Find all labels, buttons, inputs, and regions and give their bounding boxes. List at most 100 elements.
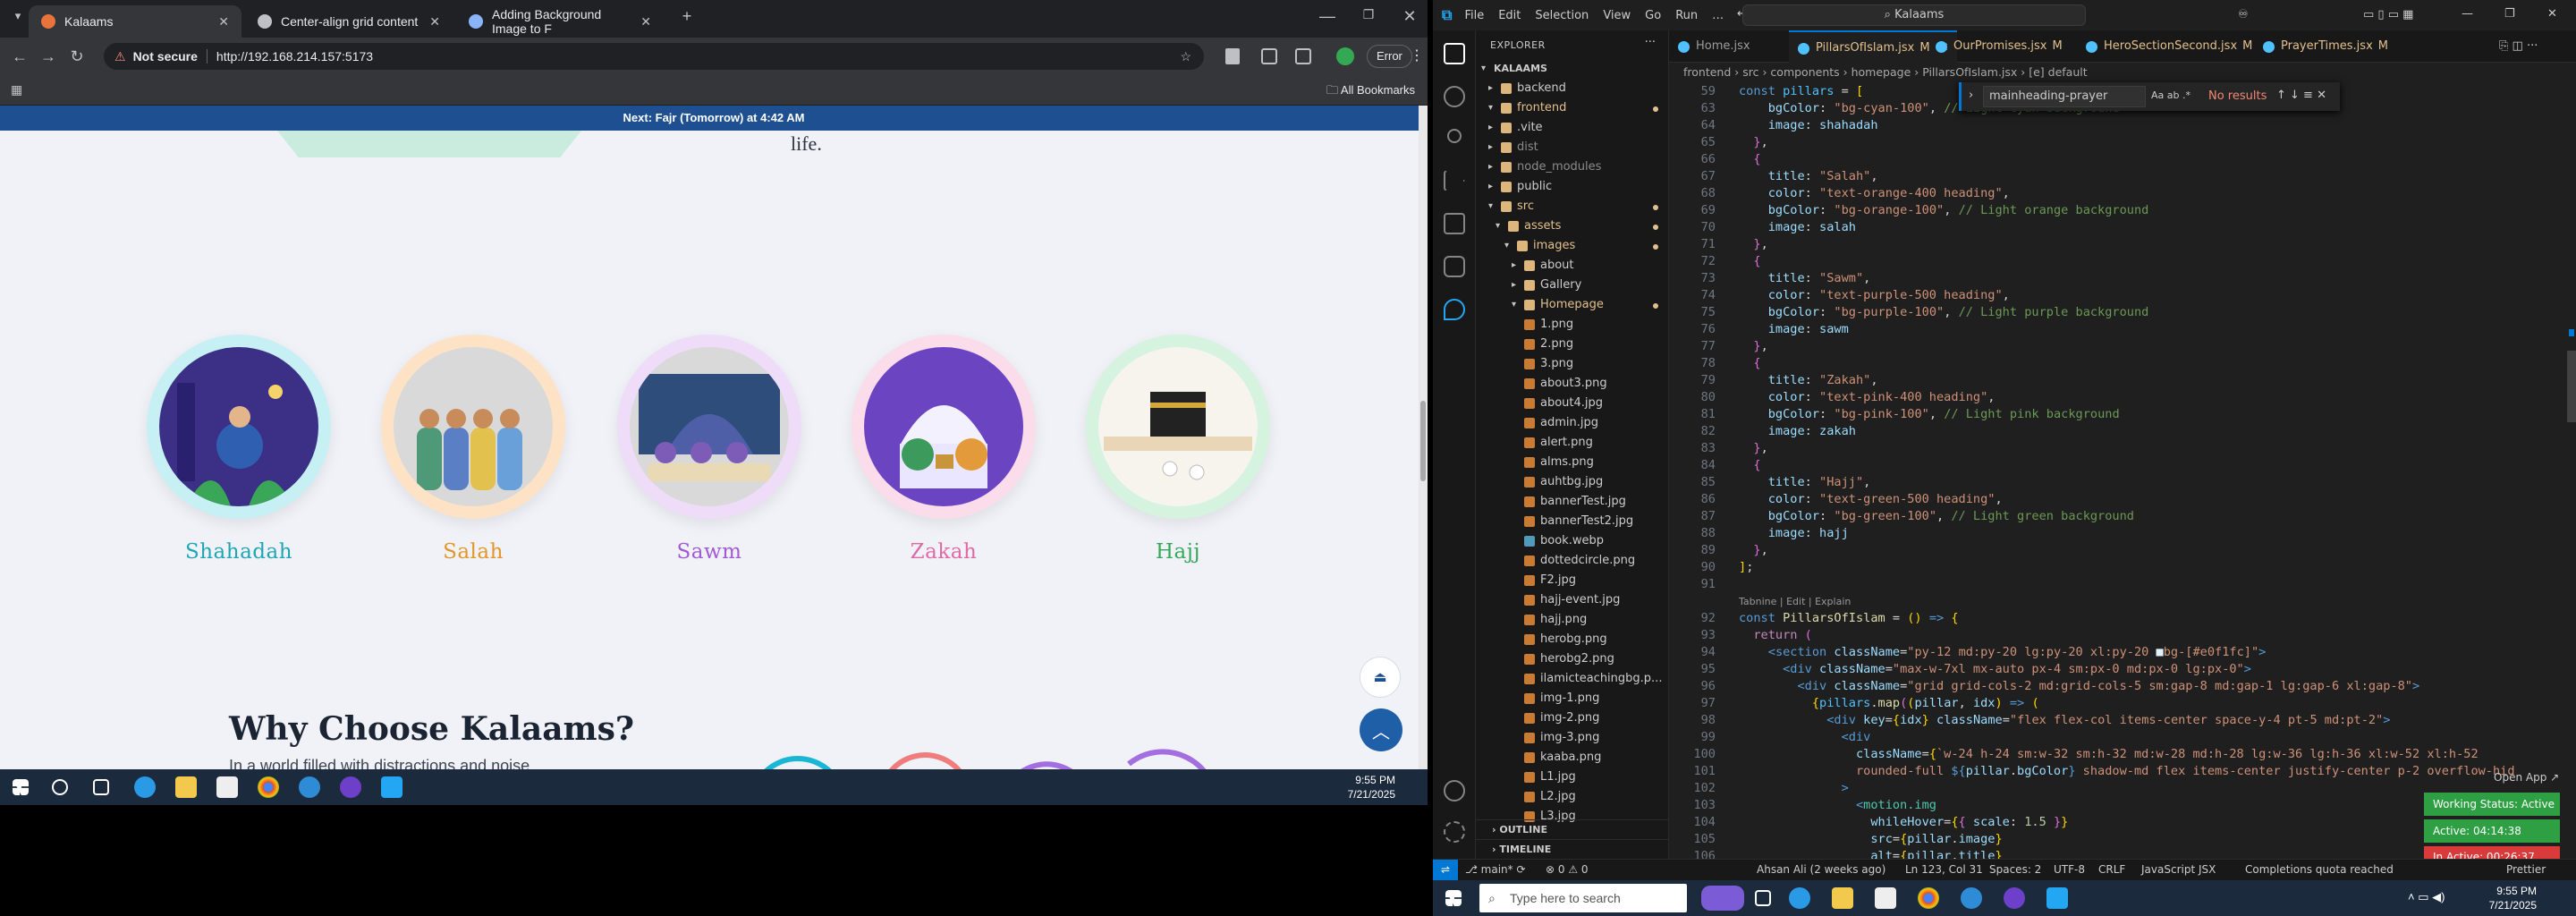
- windows-start-icon[interactable]: [13, 779, 29, 795]
- tree-folder[interactable]: ▾ frontend: [1476, 98, 1669, 118]
- editor-tab[interactable]: PrayerTimes.jsx M: [2254, 30, 2397, 63]
- pillar-card-zakah[interactable]: Zakah: [852, 335, 1036, 564]
- news-widget-icon[interactable]: [1701, 886, 1744, 911]
- kebab-menu-icon[interactable]: ⋮: [1410, 47, 1424, 64]
- problems-indicator[interactable]: ⊗ 0 ⚠ 0: [1546, 860, 1589, 879]
- extensions-icon[interactable]: [1295, 48, 1311, 64]
- apps-grid-icon[interactable]: ▦: [11, 82, 22, 98]
- tree-folder[interactable]: ▸ .vite: [1476, 118, 1669, 138]
- editor-tab[interactable]: Home.jsx: [1669, 30, 1759, 63]
- layout-icons[interactable]: ▭ ▯ ▭ ▦: [2363, 8, 2413, 21]
- tree-file[interactable]: 1.png: [1476, 315, 1669, 335]
- search-icon[interactable]: [1444, 86, 1465, 107]
- extension-icon[interactable]: [1225, 48, 1240, 64]
- edge-icon[interactable]: [134, 776, 156, 798]
- tree-file[interactable]: admin.jpg: [1476, 413, 1669, 433]
- pillar-card-salah[interactable]: Salah: [381, 335, 565, 564]
- tree-file[interactable]: book.webp: [1476, 531, 1669, 551]
- tree-file[interactable]: herobg2.png: [1476, 649, 1669, 669]
- menu-item[interactable]: Selection: [1535, 9, 1589, 22]
- close-tab-icon[interactable]: ✕: [640, 14, 651, 30]
- remote-indicator-icon[interactable]: ⇌: [1433, 860, 1458, 880]
- outline-section[interactable]: › OUTLINE: [1476, 819, 1669, 839]
- git-blame[interactable]: Ahsan Ali (2 weeks ago): [1757, 860, 1885, 879]
- pillar-card-sawm[interactable]: Sawm: [617, 335, 801, 564]
- github-desktop-icon[interactable]: [340, 776, 361, 798]
- profile-avatar[interactable]: [1336, 47, 1354, 65]
- app-icon[interactable]: [1961, 887, 1982, 909]
- menu-item[interactable]: Run: [1675, 9, 1698, 22]
- pillar-card-shahadah[interactable]: Shahadah: [147, 335, 331, 564]
- tab-center-align[interactable]: Center-align grid content ✕: [245, 5, 453, 38]
- close-tab-icon[interactable]: ✕: [429, 14, 440, 30]
- language-mode[interactable]: JavaScript JSX: [2141, 860, 2216, 879]
- breadcrumb[interactable]: frontend › src › components › homepage ›…: [1669, 63, 2576, 82]
- error-button[interactable]: Error: [1367, 45, 1412, 68]
- command-center-search[interactable]: ⌕ Kalaams: [1742, 4, 2086, 26]
- extensions-icon[interactable]: [1444, 213, 1465, 234]
- tree-folder[interactable]: ▸ backend: [1476, 79, 1669, 98]
- tree-file[interactable]: hajj.png: [1476, 610, 1669, 630]
- puzzle-icon[interactable]: [1261, 48, 1277, 64]
- open-app-link[interactable]: Open App ↗: [2494, 771, 2559, 784]
- new-tab-icon[interactable]: +: [673, 7, 701, 26]
- back-to-top-button[interactable]: ︿: [1360, 708, 1402, 751]
- tree-folder[interactable]: ▸ node_modules: [1476, 157, 1669, 177]
- tree-file[interactable]: hajj-event.jpg: [1476, 590, 1669, 610]
- github-desktop-icon[interactable]: [2004, 887, 2025, 909]
- more-actions-icon[interactable]: ···: [1645, 36, 1656, 49]
- source-control-icon[interactable]: [1447, 129, 1462, 143]
- windows-start-icon[interactable]: [1445, 890, 1462, 906]
- find-options-icons[interactable]: Aa ab .*: [2151, 89, 2190, 101]
- menu-item[interactable]: View: [1603, 9, 1631, 22]
- minimize-icon[interactable]: —: [2462, 7, 2473, 21]
- vscode-icon[interactable]: [2046, 887, 2068, 909]
- account-icon[interactable]: [1444, 780, 1465, 802]
- tab-kalaams[interactable]: Kalaams ✕: [29, 5, 242, 38]
- tree-file[interactable]: about4.jpg: [1476, 394, 1669, 413]
- tree-file[interactable]: ilamicteachingbg.p...: [1476, 669, 1669, 689]
- tree-file[interactable]: alert.png: [1476, 433, 1669, 453]
- encoding[interactable]: UTF-8: [2054, 860, 2085, 879]
- tabnine-status[interactable]: Completions quota reached: [2245, 860, 2394, 879]
- codelens[interactable]: Tabnine | Edit | Explain: [1739, 594, 1851, 608]
- tree-file[interactable]: img-2.png: [1476, 708, 1669, 728]
- app-icon[interactable]: [299, 776, 320, 798]
- tab-background-image[interactable]: Adding Background Image to F ✕: [456, 5, 664, 38]
- line-endings[interactable]: CRLF: [2098, 860, 2125, 879]
- tree-folder[interactable]: ▸ about: [1476, 256, 1669, 276]
- system-tray-icons[interactable]: ˄ ▭ ◀): [2408, 890, 2445, 904]
- find-input[interactable]: mainheading-prayer: [1983, 86, 2146, 107]
- tree-file[interactable]: alms.png: [1476, 453, 1669, 472]
- tree-file[interactable]: dottedcircle.png: [1476, 551, 1669, 571]
- tree-file[interactable]: about3.png: [1476, 374, 1669, 394]
- menu-item[interactable]: Edit: [1498, 9, 1521, 22]
- explorer-icon[interactable]: [1444, 43, 1465, 64]
- tree-file[interactable]: img-3.png: [1476, 728, 1669, 748]
- indentation[interactable]: Spaces: 2: [1989, 860, 2041, 879]
- store-icon[interactable]: [1875, 887, 1896, 909]
- tree-file[interactable]: img-1.png: [1476, 689, 1669, 708]
- task-view-icon[interactable]: [1755, 890, 1771, 906]
- scroll-top-button[interactable]: ⏏: [1360, 657, 1401, 698]
- bookmark-star-icon[interactable]: ☆: [1180, 49, 1191, 64]
- file-explorer-icon[interactable]: [175, 776, 197, 798]
- tree-folder[interactable]: ▾ Homepage: [1476, 295, 1669, 315]
- tree-file[interactable]: bannerTest.jpg: [1476, 492, 1669, 512]
- tree-folder[interactable]: ▸ Gallery: [1476, 276, 1669, 295]
- menu-item[interactable]: …: [1712, 9, 1724, 22]
- close-tab-icon[interactable]: ✕: [218, 14, 229, 30]
- tree-file[interactable]: auhtbg.jpg: [1476, 472, 1669, 492]
- tree-file[interactable]: F2.jpg: [1476, 571, 1669, 590]
- code-editor[interactable]: 59 const pillars = [63 bgColor: "bg-cyan-…: [1669, 82, 2576, 859]
- store-icon[interactable]: [216, 776, 238, 798]
- copilot-icon[interactable]: ♾: [2238, 8, 2249, 21]
- tree-file[interactable]: 2.png: [1476, 335, 1669, 354]
- menu-item[interactable]: File: [1464, 9, 1484, 22]
- branch-indicator[interactable]: ⎇ main* ⟳: [1465, 860, 1526, 879]
- prettier-status[interactable]: Prettier: [2506, 860, 2546, 879]
- tree-file[interactable]: 3.png: [1476, 354, 1669, 374]
- address-bar[interactable]: ⚠ Not secure http://192.168.214.157:5173…: [104, 43, 1204, 70]
- cursor-position[interactable]: Ln 123, Col 31: [1905, 860, 1983, 879]
- maximize-icon[interactable]: ❐: [1354, 7, 1383, 22]
